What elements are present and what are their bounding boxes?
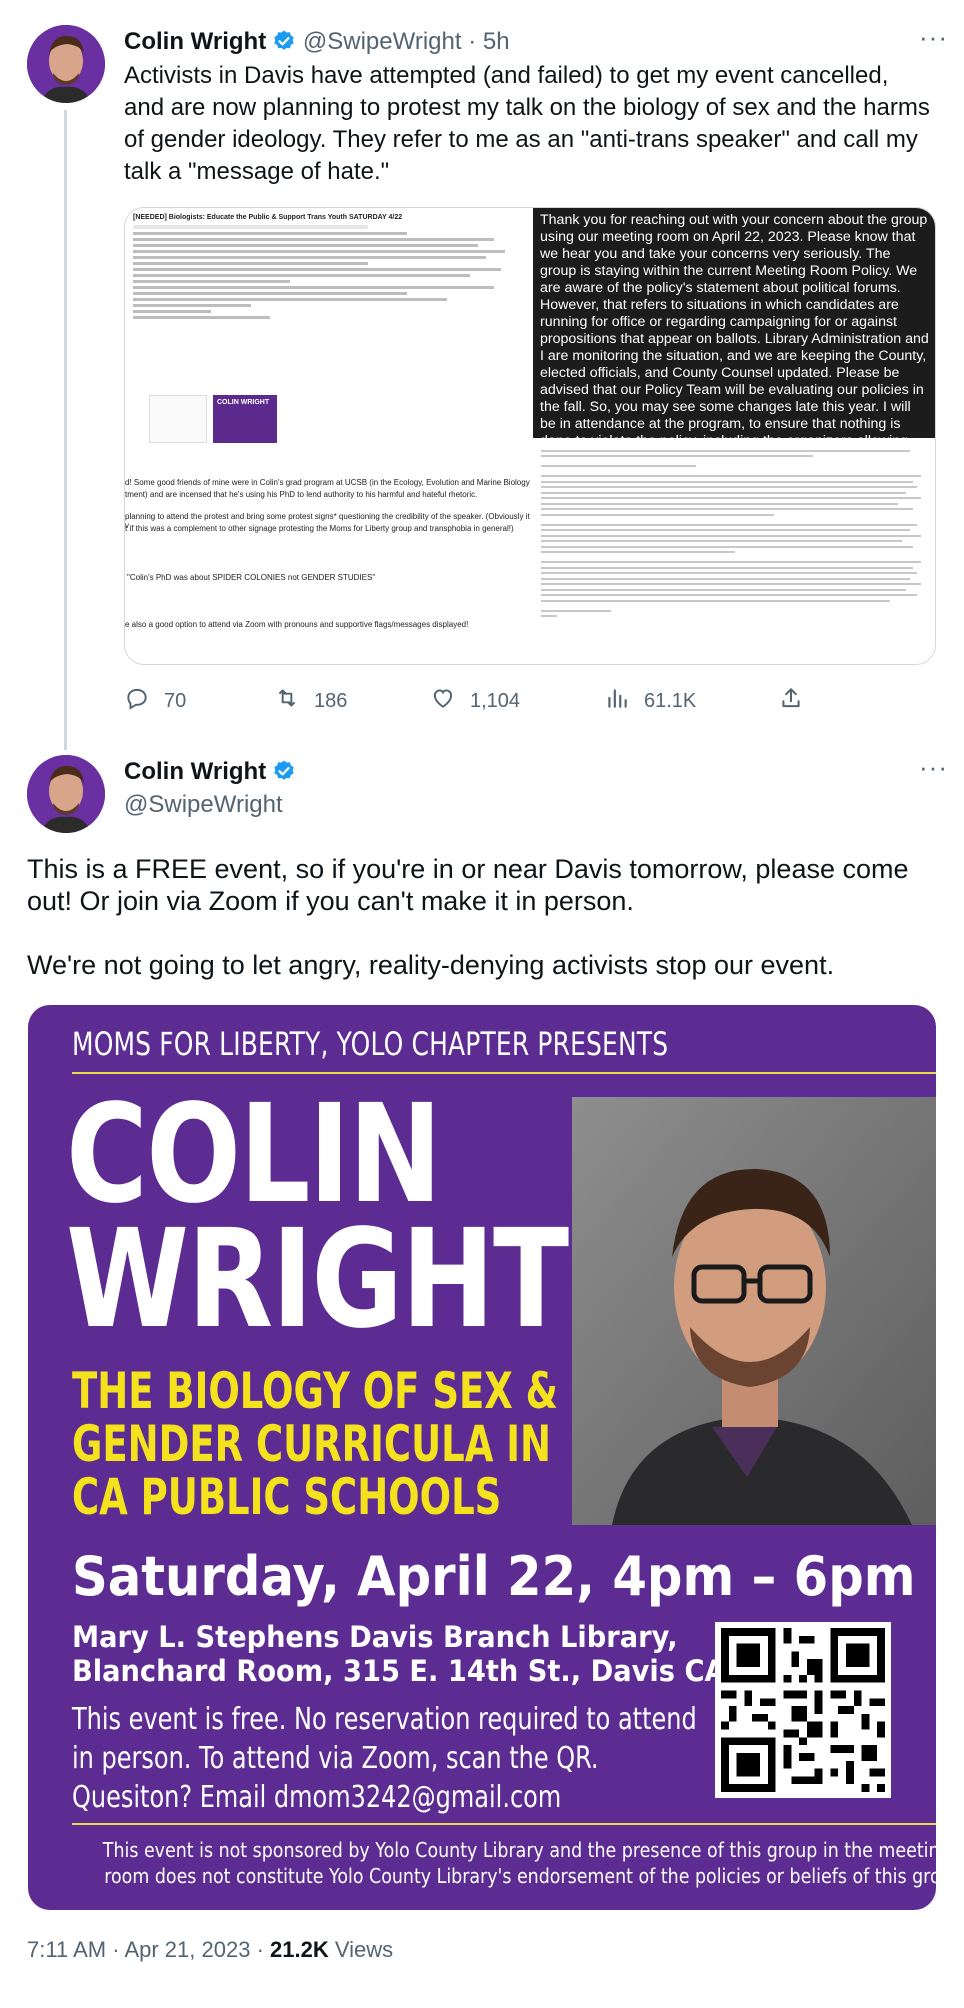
attachment-poster-thumbnail: COLIN WRIGHT [213,395,277,443]
more-options-icon[interactable]: ··· [919,22,948,53]
author-name[interactable]: Colin Wright [124,758,266,785]
retweet-count: 186 [314,689,348,712]
poster-date: Saturday, April 22, 4pm – 6pm [72,1545,916,1608]
speaker-photo [572,1097,936,1525]
tweet-paragraph: This is a FREE event, so if you're in or… [27,854,909,916]
share-icon [778,685,804,717]
email-line: "Colin's PhD was about SPIDER COLONIES n… [127,573,376,582]
views-label: Views [334,1937,394,1962]
analytics-icon [604,685,630,717]
more-options-icon[interactable]: ··· [919,752,948,783]
like-count: 1,104 [470,689,521,712]
tweet-timestamp[interactable]: 5h [483,28,510,55]
library-reply-text: Thank you for reaching out with your con… [533,208,935,438]
poster-topic-line: THE BIOLOGY OF SEX & [72,1362,558,1420]
poster-disclaimer-line: room does not constitute Yolo County Lib… [104,1864,936,1888]
thread-connector-line [64,110,67,750]
separator-dot: · [468,28,477,55]
heart-icon [430,685,456,717]
poster-disclaimer-line: This event is not sponsored by Yolo Coun… [102,1838,936,1862]
reply-button[interactable]: 70 [124,685,186,717]
poster-venue: Mary L. Stephens Davis Branch Library, B… [72,1620,726,1688]
poster-divider [72,1072,936,1074]
email-line: tment) and are incensed that he's using … [125,490,478,499]
tweet-footer: 7:11 AM · Apr 21, 2023 · 21.2K Views [27,1937,393,1963]
tweet-actions: 70 186 1,104 61.1K [124,685,884,715]
attachment-thumbnail [149,395,207,443]
retweet-button[interactable]: 186 [274,685,347,717]
avatar[interactable] [27,755,105,833]
poster-topic-line: CA PUBLIC SCHOOLS [72,1468,502,1526]
poster-info-line: This event is free. No reservation requi… [72,1702,697,1737]
tweet-paragraph: We're not going to let angry, reality-de… [27,950,835,980]
verified-badge-icon [272,759,296,791]
event-poster-image[interactable]: MOMS FOR LIBERTY, YOLO CHAPTER PRESENTS … [28,1005,936,1910]
poster-topic: THE BIOLOGY OF SEX & GENDER CURRICULA IN… [72,1365,558,1524]
poster-info-line: Quesiton? Email dmom3242@gmail.com [72,1780,562,1815]
poster-venue-line: Blanchard Room, 315 E. 14th St., Davis C… [72,1654,726,1688]
author-handle[interactable]: @SwipeWright [124,790,283,820]
poster-disclaimer: This event is not sponsored by Yolo Coun… [28,1837,936,1889]
separator-dot: · [256,1937,264,1962]
tweet-media-screenshot[interactable]: [NEEDED] Biologists: Educate the Public … [124,207,936,665]
poster-info: This event is free. No reservation requi… [72,1700,697,1817]
tweet-text: This is a FREE event, so if you're in or… [27,853,937,981]
email-line: d! Some good friends of mine were in Col… [125,478,530,487]
share-button[interactable] [778,685,804,717]
email-line: t if this was a complement to other sign… [125,524,514,533]
views-count: 61.1K [644,689,697,712]
like-button[interactable]: 1,104 [430,685,520,717]
reply-count: 70 [164,689,187,712]
views-button[interactable]: 61.1K [604,685,696,717]
letter-screenshot [533,438,935,664]
tweet-text: Activists in Davis have attempted (and f… [124,62,930,185]
poster-divider [72,1823,936,1825]
poster-venue-line: Mary L. Stephens Davis Branch Library, [72,1620,678,1654]
avatar[interactable] [27,25,105,103]
poster-info-line: in person. To attend via Zoom, scan the … [72,1741,599,1776]
separator-dot: · [112,1937,120,1962]
tweet-time[interactable]: 7:11 AM [27,1937,106,1962]
qr-code [715,1622,891,1798]
retweet-icon [274,685,300,717]
tweet-date[interactable]: Apr 21, 2023 [124,1937,250,1962]
verified-badge-icon [272,29,296,61]
email-line: e also a good option to attend via Zoom … [125,620,469,629]
reply-icon [124,685,150,717]
author-handle[interactable]: @SwipeWright [303,28,462,55]
author-name[interactable]: Colin Wright [124,28,266,55]
tweet-header: Colin Wright [124,757,296,791]
email-subject: [NEEDED] Biologists: Educate the Public … [133,214,403,221]
tweet-header: Colin Wright @SwipeWright · 5h [124,27,510,61]
views-count[interactable]: 21.2K [270,1937,329,1962]
poster-topic-line: GENDER CURRICULA IN [72,1415,551,1473]
poster-header: MOMS FOR LIBERTY, YOLO CHAPTER PRESENTS [72,1025,669,1063]
poster-name-line: WRIGHT [66,1201,569,1359]
